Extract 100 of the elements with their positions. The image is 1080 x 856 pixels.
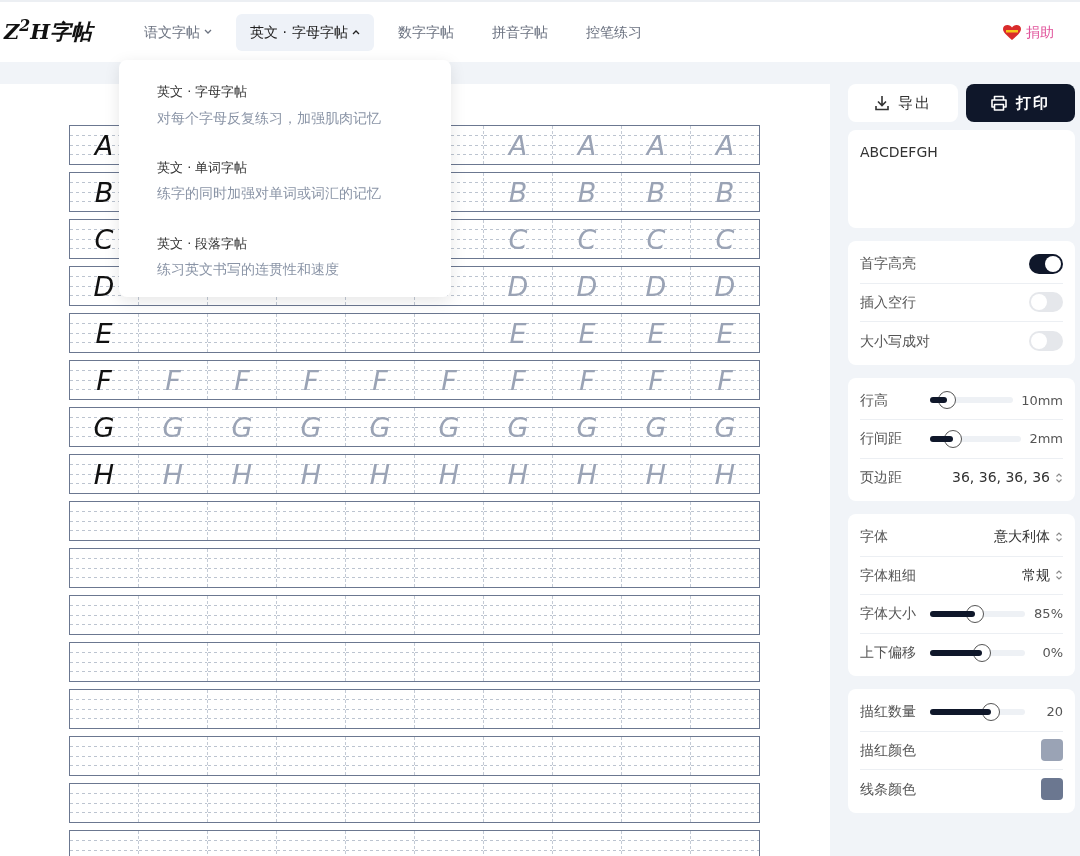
grid-cell <box>414 314 483 352</box>
nav-tab[interactable]: 英文 · 字母字帖 <box>236 13 374 51</box>
letter: A <box>508 131 528 159</box>
nav-tab[interactable]: 控笔练习 <box>571 13 656 51</box>
menu-item[interactable]: 英文 · 字母字帖 对每个字母反复练习，加强肌肉记忆 <box>157 82 381 128</box>
nav-tab[interactable]: 语文字帖 <box>130 13 227 51</box>
grid-cell <box>414 596 483 634</box>
grid-cell <box>276 690 345 728</box>
letter: H <box>162 460 184 488</box>
toggle-switch[interactable] <box>1029 253 1063 274</box>
text-input[interactable]: ABCDEFGH <box>848 130 1075 228</box>
letter: F <box>579 366 595 394</box>
grid-cell <box>138 737 207 775</box>
grid-cell <box>621 502 690 540</box>
setting-label: 页边距 <box>860 468 903 488</box>
grid-cell <box>483 549 552 587</box>
letter: G <box>645 413 667 441</box>
letter: G <box>714 413 736 441</box>
grid-cell <box>207 596 276 634</box>
setting-label: 首字高亮 <box>860 254 917 274</box>
grid-cell <box>207 549 276 587</box>
setting-label: 描红数量 <box>860 702 917 722</box>
grid-cell <box>345 643 414 681</box>
letter: A <box>94 131 114 159</box>
menu-item[interactable]: 英文 · 段落字帖 练习英文书写的连贯性和速度 <box>157 233 339 280</box>
setting-label: 字体大小 <box>860 604 917 624</box>
letter: F <box>165 366 181 394</box>
grid-cell <box>690 549 759 587</box>
nav-tab[interactable]: 拼音字帖 <box>477 13 562 51</box>
setting-label: 字体粗细 <box>860 565 917 585</box>
grid-cell <box>276 737 345 775</box>
letter: F <box>96 366 112 394</box>
grid-cell <box>483 502 552 540</box>
export-button[interactable]: 导出 <box>848 84 958 122</box>
grid-cell <box>552 596 621 634</box>
grid-cell <box>621 596 690 634</box>
letter: D <box>93 272 115 300</box>
letter: E <box>578 319 596 347</box>
grid-cell <box>621 784 690 822</box>
letter: F <box>303 366 319 394</box>
select-dropdown[interactable]: 常规 <box>1022 564 1063 586</box>
setting-label: 字体 <box>860 527 889 547</box>
grid-cell <box>552 737 621 775</box>
menu-item[interactable]: 英文 · 单词字帖 练字的同时加强对单词或词汇的记忆 <box>157 157 381 204</box>
grid-cell <box>690 737 759 775</box>
letter: C <box>508 225 528 253</box>
grid-cell <box>138 784 207 822</box>
grid-cell <box>414 549 483 587</box>
letter: H <box>645 460 667 488</box>
letter: H <box>369 460 391 488</box>
grid-cell <box>483 737 552 775</box>
letter: H <box>231 460 253 488</box>
letter: C <box>577 225 597 253</box>
printer-icon <box>990 95 1009 111</box>
grid-cell <box>414 690 483 728</box>
toggle-switch[interactable] <box>1029 292 1063 313</box>
grid-cell <box>690 643 759 681</box>
color-swatch[interactable] <box>1041 778 1063 801</box>
nav-tab[interactable]: 数字字帖 <box>383 13 468 51</box>
grid-cell <box>345 596 414 634</box>
letter: F <box>510 366 526 394</box>
print-button[interactable]: 打印 <box>965 84 1075 122</box>
grid-cell <box>621 549 690 587</box>
letter: E <box>647 319 665 347</box>
grid-cell <box>345 502 414 540</box>
grid-cell <box>276 784 345 822</box>
letter: F <box>372 366 388 394</box>
letter: H <box>300 460 322 488</box>
grid-cell <box>414 502 483 540</box>
letter: F <box>717 366 733 394</box>
donate-link[interactable]: 捐助 <box>996 20 1060 44</box>
heart-icon <box>1002 23 1022 41</box>
setting-label: 行高 <box>860 390 889 410</box>
grid-cell <box>345 549 414 587</box>
slider-value: 2mm <box>1029 430 1063 448</box>
grid-cell <box>276 549 345 587</box>
letter: G <box>162 413 184 441</box>
grid-cell <box>552 643 621 681</box>
letter: G <box>576 413 598 441</box>
letter: G <box>231 413 253 441</box>
letter: H <box>714 460 736 488</box>
grid-cell <box>138 690 207 728</box>
select-dropdown[interactable]: 意大利体 <box>994 526 1063 548</box>
setting-label: 线条颜色 <box>860 779 917 799</box>
letter: A <box>646 131 666 159</box>
grid-cell <box>483 784 552 822</box>
grid-cell <box>552 502 621 540</box>
letter: A <box>715 131 735 159</box>
slider-value: 20 <box>1045 703 1063 721</box>
grid-cell <box>138 643 207 681</box>
letter: G <box>300 413 322 441</box>
select-dropdown[interactable]: 36, 36, 36, 36 <box>952 467 1063 489</box>
grid-cell <box>414 737 483 775</box>
grid-cell <box>690 690 759 728</box>
letter: E <box>716 319 734 347</box>
letter: G <box>93 413 115 441</box>
toggle-switch[interactable] <box>1029 331 1063 352</box>
grid-cell <box>483 643 552 681</box>
color-swatch[interactable] <box>1041 739 1063 762</box>
grid-cell <box>690 596 759 634</box>
